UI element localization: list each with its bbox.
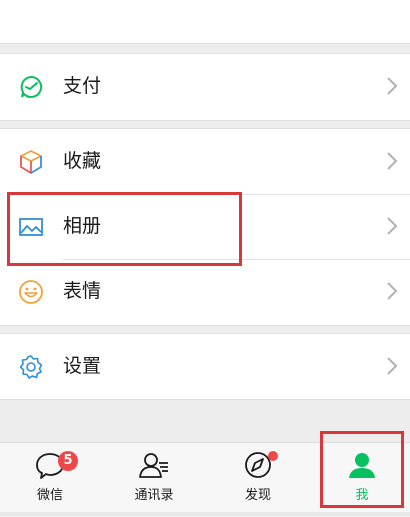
tab-discover[interactable]: 发现 [218,443,298,517]
chevron-right-icon [387,77,398,95]
menu-item-pay[interactable]: 支付 [0,54,410,119]
album-highlight-box [7,192,242,266]
menu-label-stickers: 表情 [63,280,102,302]
tab-contacts[interactable]: 通讯录 [114,443,194,517]
contacts-icon [139,453,168,478]
menu-label-settings: 设置 [63,355,102,377]
chevron-right-icon [387,152,398,170]
menu-label-favorites: 收藏 [63,150,102,172]
pay-check-icon [20,75,43,98]
top-section [0,0,410,44]
bottom-strip [0,512,410,516]
smiley-icon [19,280,43,304]
menu-item-settings[interactable]: 设置 [0,334,410,399]
settings-section: 设置 [0,333,410,400]
tab-label-chats: 微信 [36,488,63,503]
chevron-right-icon [387,282,398,300]
tab-chats[interactable]: 5 微信 [10,443,90,517]
me-tab-highlight-box [320,431,404,508]
chevron-right-icon [387,357,398,375]
unread-badge: 5 [58,451,78,471]
cube-icon [20,150,42,174]
pay-section: 支付 [0,53,410,121]
tab-label-contacts: 通讯录 [134,488,174,503]
menu-label-pay: 支付 [63,75,102,97]
chevron-right-icon [387,217,398,235]
notification-dot [268,451,278,461]
gear-icon [19,355,43,379]
menu-item-stickers[interactable]: 表情 [0,259,410,324]
tab-label-discover: 发现 [244,488,271,503]
menu-item-favorites[interactable]: 收藏 [0,129,410,194]
